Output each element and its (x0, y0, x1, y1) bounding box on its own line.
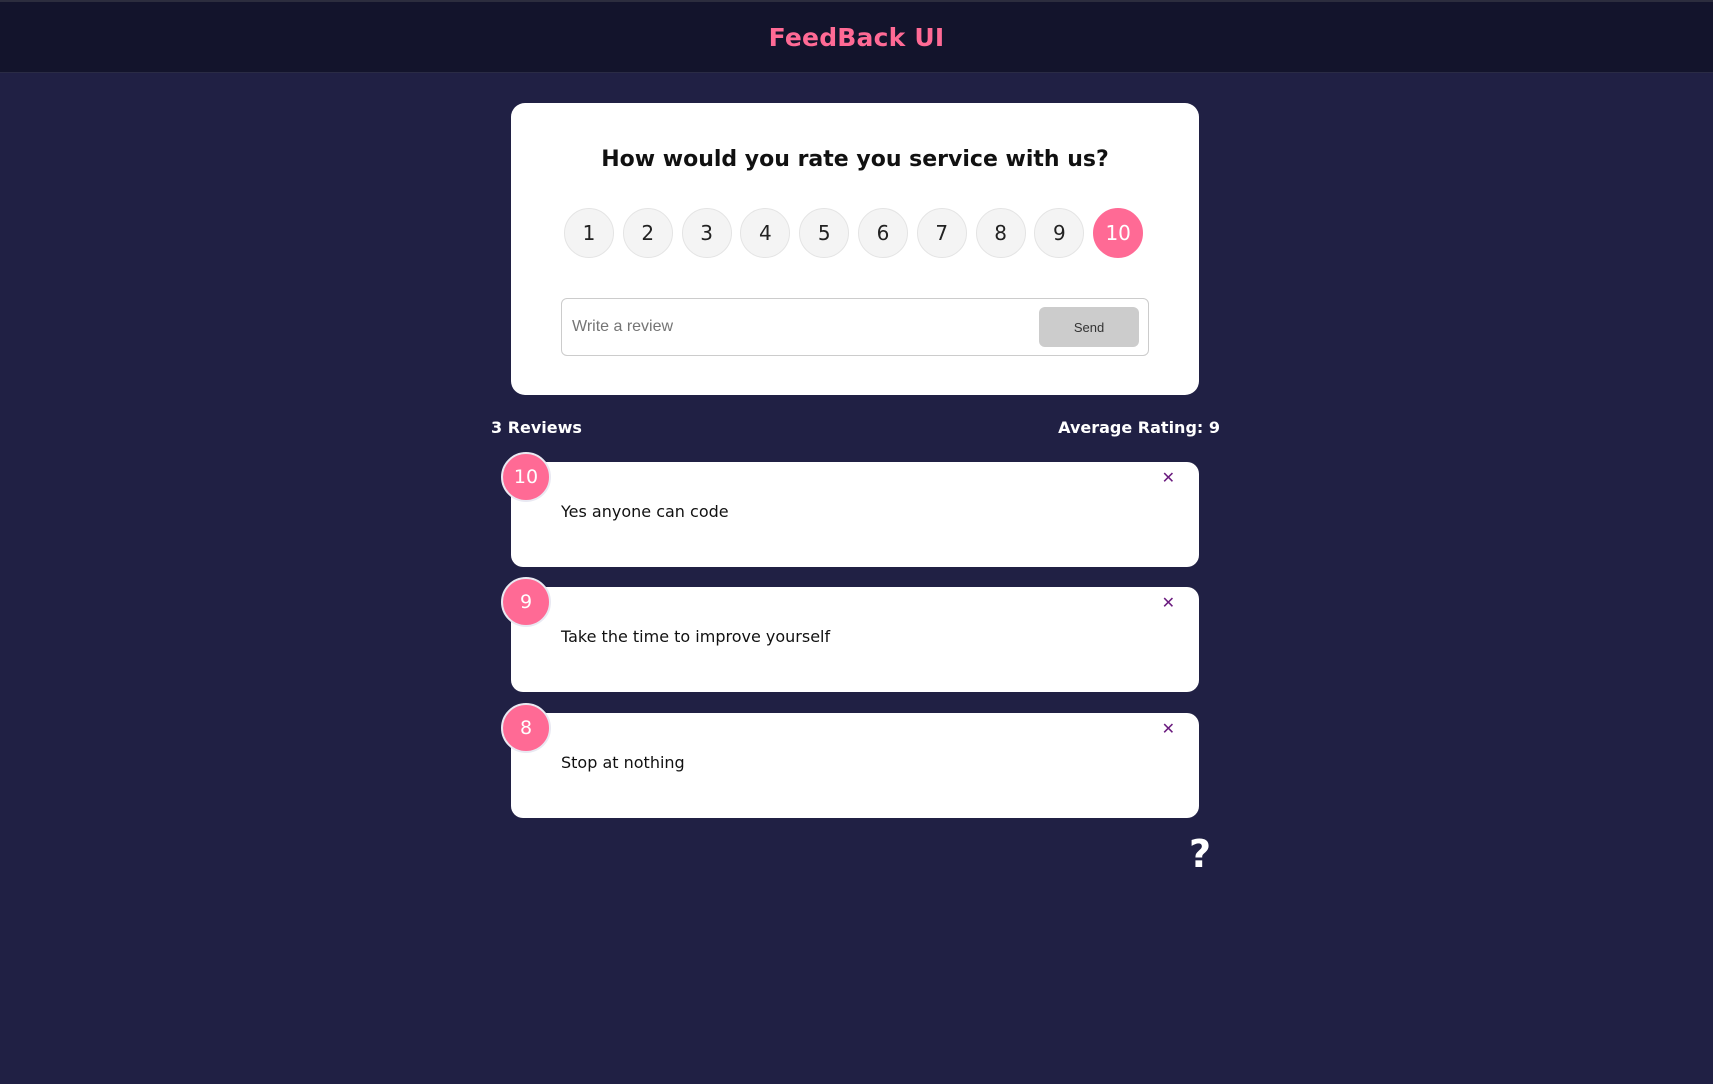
feedback-rating-badge: 8 (501, 703, 551, 753)
close-icon[interactable]: ✕ (1162, 719, 1175, 738)
feedback-text: Take the time to improve yourself (561, 627, 831, 646)
feedback-rating-badge: 10 (501, 452, 551, 502)
send-button[interactable]: Send (1039, 307, 1139, 347)
rating-option-9[interactable]: 9 (1034, 208, 1085, 258)
rating-question: How would you rate you service with us? (601, 147, 1109, 172)
feedback-stats: 3 Reviews Average Rating: 9 (491, 418, 1220, 437)
rating-option-8[interactable]: 8 (975, 208, 1026, 258)
feedback-item: 9 ✕ Take the time to improve yourself (501, 577, 1199, 692)
rating-option-3[interactable]: 3 (681, 208, 732, 258)
rating-option-2[interactable]: 2 (622, 208, 673, 258)
rating-card: How would you rate you service with us? … (511, 103, 1199, 395)
feedback-text: Yes anyone can code (561, 502, 729, 521)
feedback-item: 8 ✕ Stop at nothing (501, 703, 1199, 818)
review-input[interactable] (562, 299, 1039, 355)
close-icon[interactable]: ✕ (1162, 593, 1175, 612)
feedback-text: Stop at nothing (561, 753, 685, 772)
rating-option-6[interactable]: 6 (857, 208, 908, 258)
app-header: FeedBack UI (0, 0, 1713, 73)
average-rating: Average Rating: 9 (1058, 418, 1220, 437)
rating-option-4[interactable]: 4 (740, 208, 791, 258)
close-icon[interactable]: ✕ (1162, 468, 1175, 487)
rating-option-7[interactable]: 7 (916, 208, 967, 258)
rating-option-10[interactable]: 10 (1093, 208, 1144, 258)
rating-option-1[interactable]: 1 (564, 208, 614, 258)
feedback-rating-badge: 9 (501, 577, 551, 627)
rating-option-5[interactable]: 5 (799, 208, 850, 258)
feedback-item: 10 ✕ Yes anyone can code (501, 452, 1199, 567)
app-title: FeedBack UI (768, 22, 945, 52)
review-form: Send (561, 298, 1149, 356)
question-icon[interactable]: ? (1189, 832, 1211, 876)
review-count: 3 Reviews (491, 418, 582, 437)
rating-options: 1 2 3 4 5 6 7 8 9 10 (564, 208, 1152, 258)
